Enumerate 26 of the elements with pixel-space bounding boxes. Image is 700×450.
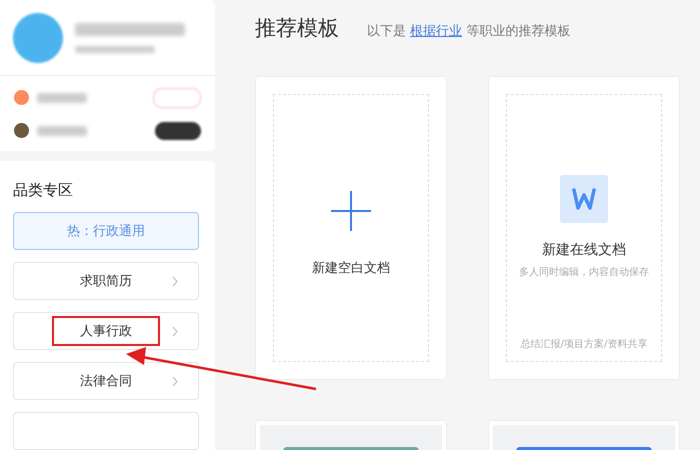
blurred-membership-label — [37, 92, 87, 102]
blurred-membership-label — [37, 126, 87, 136]
template-card[interactable]: 新建在线文档 多人同时编辑，内容自动保存 总结汇报/项目方案/资料共享 — [488, 76, 680, 380]
blurred-membership-button[interactable] — [155, 122, 201, 140]
category-label: 热：行政通用 — [66, 223, 146, 241]
highlighted-category-label: 人事行政 — [54, 318, 158, 344]
category-item[interactable]: 法律合同 — [13, 362, 199, 400]
chevron-icon — [172, 326, 178, 337]
chevron-icon — [172, 376, 178, 387]
subtitle: 以下是 根据行业 等职业的推荐模板 — [367, 23, 570, 40]
plus-icon — [331, 191, 371, 231]
template-card[interactable]: 新建空白文档 — [255, 76, 447, 380]
card-description: 多人同时编辑，内容自动保存 — [519, 266, 649, 279]
card-tags: 总结汇报/项目方案/资料共享 — [520, 337, 648, 351]
category-label: 法律合同 — [79, 373, 133, 391]
industry-link[interactable]: 根据行业 — [410, 24, 462, 39]
category-item[interactable]: 人事行政 — [13, 312, 199, 350]
document-w-icon — [560, 175, 608, 223]
panel-title: 品类专区 — [13, 181, 74, 200]
category-label: 求职简历 — [79, 273, 133, 291]
card-title: 新建空白文档 — [312, 260, 390, 277]
avatar — [13, 12, 63, 62]
card-title: 新建在线文档 — [542, 241, 626, 259]
page-title: 推荐模板 — [255, 15, 339, 42]
category-item[interactable]: 求职简历 — [13, 262, 199, 300]
chevron-icon — [172, 276, 178, 287]
